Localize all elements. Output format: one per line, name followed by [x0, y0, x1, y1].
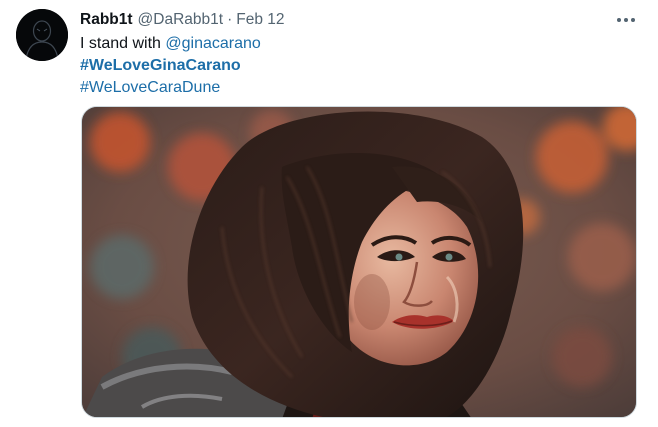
- portrait-illustration: [82, 107, 636, 417]
- author-handle[interactable]: @DaRabb1t: [138, 11, 224, 29]
- tweet-text-prefix: I stand with: [80, 35, 166, 52]
- author-display-name[interactable]: Rabb1t: [80, 11, 133, 29]
- author-avatar[interactable]: [16, 9, 68, 61]
- more-horizontal-icon-dot: [624, 18, 628, 22]
- tweet-text-line-2: #WeLoveGinaCarano: [80, 55, 261, 77]
- more-horizontal-icon: [617, 18, 621, 22]
- more-horizontal-icon-dot: [631, 18, 635, 22]
- tweet-text: I stand with @ginacarano #WeLoveGinaCara…: [80, 33, 261, 99]
- tweet[interactable]: Rabb1t @DaRabb1t · Feb 12 I stand with @…: [0, 0, 658, 427]
- more-options-button[interactable]: [610, 6, 642, 34]
- tweet-date[interactable]: Feb 12: [236, 11, 284, 29]
- header-separator: ·: [227, 11, 233, 28]
- tweet-text-line-3: #WeLoveCaraDune: [80, 77, 261, 99]
- tweet-text-line-1: I stand with @ginacarano: [80, 33, 261, 55]
- tweet-media-image[interactable]: [81, 106, 637, 418]
- dark-figure-avatar-icon: [16, 9, 68, 61]
- hashtag-link[interactable]: #WeLoveCaraDune: [80, 79, 220, 96]
- hashtag-link-bold[interactable]: #WeLoveGinaCarano: [80, 57, 241, 74]
- tweet-header: Rabb1t @DaRabb1t · Feb 12: [80, 10, 285, 30]
- mention-link[interactable]: @ginacarano: [165, 35, 260, 52]
